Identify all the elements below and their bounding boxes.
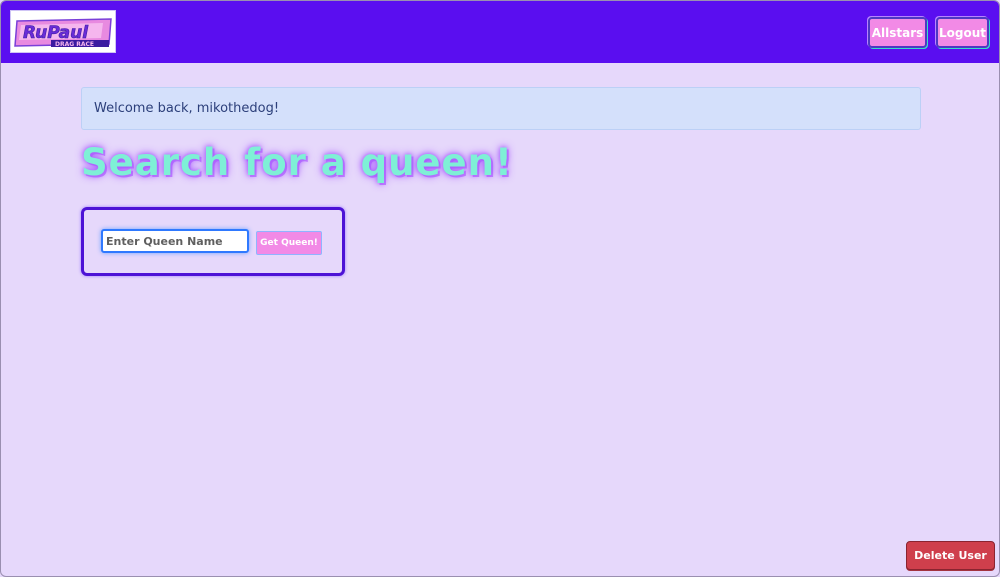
welcome-message: Welcome back, mikothedog! [94, 101, 280, 116]
delete-user-button[interactable]: Delete User [906, 541, 995, 570]
app-page: RuPaul DRAG RACE Allstars Logout Welcome… [0, 0, 1000, 577]
allstars-button[interactable]: Allstars [868, 17, 927, 48]
rupaul-logo[interactable]: RuPaul DRAG RACE [10, 10, 116, 53]
svg-text:DRAG RACE: DRAG RACE [55, 41, 94, 48]
logout-button[interactable]: Logout [936, 17, 989, 48]
rupaul-logo-graphic: RuPaul DRAG RACE [11, 11, 115, 52]
get-queen-button[interactable]: Get Queen! [256, 231, 322, 255]
queen-name-input[interactable] [101, 229, 249, 253]
queen-search-form: Get Queen! [81, 207, 345, 276]
navbar: RuPaul DRAG RACE Allstars Logout [1, 1, 999, 63]
page-title: Search for a queen! [81, 141, 513, 184]
welcome-alert: Welcome back, mikothedog! [81, 87, 921, 130]
